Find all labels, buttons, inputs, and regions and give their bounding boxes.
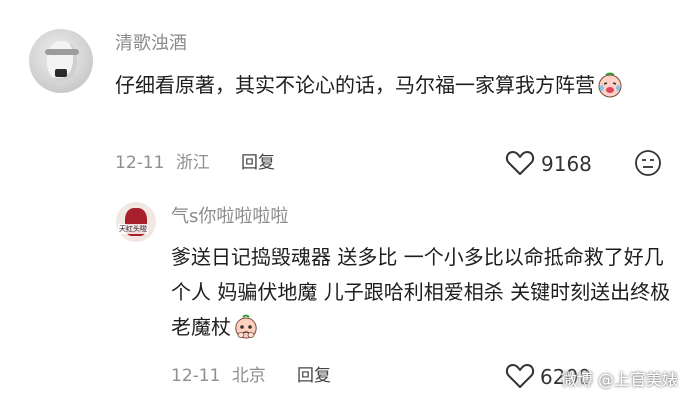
reply-button[interactable]: 回复 [241,150,275,176]
comment-username[interactable]: 清歌浊酒 [115,29,187,59]
reply-username[interactable]: 气s你啦啦啦啦 [171,202,288,232]
reply-reply-button[interactable]: 回复 [297,363,331,389]
comment-text-body: 仔细看原著，其实不论心的话，马尔福一家算我方阵营 [115,73,595,97]
reply-meta: 12-11 北京 [171,363,266,389]
watermark: 微博 @上官美婊 [560,370,678,389]
heart-icon[interactable] [505,361,535,391]
reply-text: 爹送日记捣毁魂器 送多比 一个小多比以命抵命救了好几个人 妈骗伏地魔 儿子跟哈利… [171,240,681,345]
pleading-peach-emoji-icon [233,314,259,340]
user-avatar[interactable] [29,29,93,93]
comment-location: 浙江 [175,153,210,173]
reply-location: 北京 [231,366,266,386]
avatar-mouth [55,69,67,77]
reply-user-avatar[interactable]: 天红头啦 [116,202,156,242]
avatar-label: 天红头啦 [118,224,148,234]
crying-laugh-emoji-icon [597,72,623,98]
comment-text: 仔细看原著，其实不论心的话，马尔福一家算我方阵营 [115,68,675,103]
comment-date: 12-11 [115,153,165,173]
heart-icon[interactable] [505,148,535,178]
avatar-blindfold [45,49,79,55]
reply-date: 12-11 [171,366,221,386]
like-count: 9168 [541,152,592,176]
comment-meta: 12-11 浙江 [115,150,210,176]
dislike-face-icon[interactable] [634,149,662,177]
